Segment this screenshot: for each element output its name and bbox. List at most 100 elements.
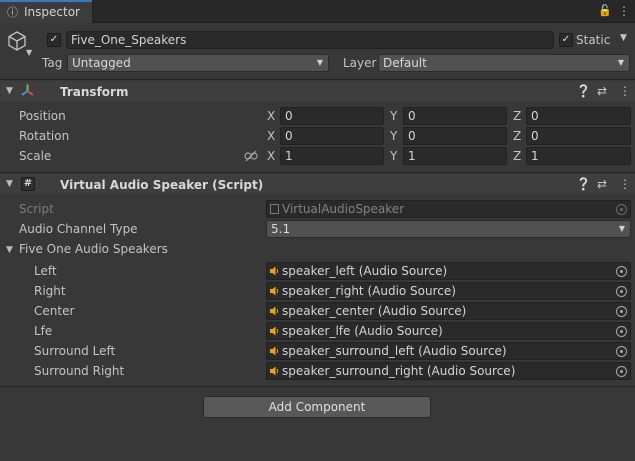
info-icon: ⓘ: [7, 6, 18, 19]
speaker-right-label: Right: [34, 284, 66, 298]
audio-source-icon: [270, 366, 279, 376]
axis-x-label: X: [267, 129, 276, 143]
constrain-proportions-link-icon[interactable]: [244, 150, 258, 162]
rotation-label: Rotation: [19, 129, 70, 143]
transform-title: Transform: [60, 85, 129, 99]
speaker-right-field[interactable]: speaker_right (Audio Source): [266, 282, 631, 300]
speaker-surround-left-field[interactable]: speaker_surround_left (Audio Source): [266, 342, 631, 360]
foldout-arrow-icon[interactable]: ▼: [6, 179, 13, 189]
axis-x-label: X: [267, 109, 276, 123]
scale-x-field[interactable]: 1: [280, 147, 384, 165]
speaker-reference-value: speaker_left (Audio Source): [282, 264, 448, 278]
script-file-icon: #: [21, 177, 35, 191]
script-label: Script: [19, 202, 54, 216]
gameobject-cube-icon[interactable]: [6, 30, 28, 52]
lock-icon[interactable]: 🔓: [598, 4, 612, 17]
axis-y-label: Y: [390, 109, 398, 123]
audio-channel-type-dropdown[interactable]: 5.1 ▼: [266, 220, 631, 238]
chevron-down-icon: ▼: [617, 58, 624, 67]
axis-z-label: Z: [513, 129, 522, 143]
audio-channel-type-label: Audio Channel Type: [19, 222, 138, 236]
component-menu-icon[interactable]: ⋮: [619, 177, 631, 191]
speaker-reference-value: speaker_surround_right (Audio Source): [282, 364, 516, 378]
speaker-lfe-field[interactable]: speaker_lfe (Audio Source): [266, 322, 631, 340]
axis-y-label: Y: [390, 129, 398, 143]
speaker-left-label: Left: [34, 264, 57, 278]
script-reference-field: VirtualAudioSpeaker: [266, 200, 631, 218]
audio-channel-type-value: 5.1: [271, 222, 291, 236]
object-picker-icon[interactable]: [616, 266, 627, 277]
position-label: Position: [19, 109, 66, 123]
layer-value: Default: [383, 56, 427, 70]
script-component-title: Virtual Audio Speaker (Script): [60, 178, 264, 192]
five-one-speakers-foldout[interactable]: Five One Audio Speakers: [19, 242, 168, 256]
foldout-arrow-icon[interactable]: ▼: [6, 86, 13, 96]
position-x-field[interactable]: 0: [280, 107, 384, 125]
audio-source-icon: [270, 346, 279, 356]
tag-label: Tag: [42, 56, 63, 70]
object-picker-icon[interactable]: [616, 366, 627, 377]
speaker-reference-value: speaker_right (Audio Source): [282, 284, 456, 298]
audio-source-icon: [270, 286, 279, 296]
add-component-button[interactable]: Add Component: [203, 396, 431, 418]
tag-value: Untagged: [72, 56, 131, 70]
help-icon[interactable]: ❔: [576, 177, 591, 191]
speaker-left-field[interactable]: speaker_left (Audio Source): [266, 262, 631, 280]
tab-inspector[interactable]: ⓘ Inspector: [0, 0, 93, 23]
speaker-center-field[interactable]: speaker_center (Audio Source): [266, 302, 631, 320]
tag-dropdown[interactable]: Untagged ▼: [67, 54, 329, 72]
audio-source-icon: [270, 326, 279, 336]
script-reference-value: VirtualAudioSpeaker: [282, 202, 405, 216]
speaker-surround-right-field[interactable]: speaker_surround_right (Audio Source): [266, 362, 631, 380]
divider: [0, 172, 635, 173]
speaker-center-label: Center: [34, 304, 75, 318]
speaker-surround-left-label: Surround Left: [34, 344, 116, 358]
speaker-surround-right-label: Surround Right: [34, 364, 125, 378]
speaker-reference-value: speaker_surround_left (Audio Source): [282, 344, 507, 358]
static-dropdown-arrow[interactable]: ▼: [620, 33, 627, 43]
preset-sliders-icon[interactable]: ⇄: [597, 177, 607, 191]
layer-label: Layer: [343, 56, 377, 70]
static-checkbox[interactable]: ✓: [559, 33, 573, 47]
active-checkbox[interactable]: ✓: [47, 33, 61, 47]
active-tab-indicator: [0, 0, 92, 2]
audio-source-icon: [270, 266, 279, 276]
axis-y-label: Y: [390, 149, 398, 163]
object-picker-icon: [616, 204, 627, 215]
tab-label: Inspector: [24, 5, 80, 19]
object-picker-icon[interactable]: [616, 286, 627, 297]
transform-axes-icon: [21, 84, 34, 96]
script-asset-icon: [270, 204, 279, 214]
scale-label: Scale: [19, 149, 52, 163]
object-name-field[interactable]: Five_One_Speakers: [66, 31, 554, 49]
position-y-field[interactable]: 0: [403, 107, 507, 125]
rotation-y-field[interactable]: 0: [403, 127, 507, 145]
preset-sliders-icon[interactable]: ⇄: [597, 84, 607, 98]
static-label: Static: [576, 33, 611, 47]
scale-y-field[interactable]: 1: [403, 147, 507, 165]
axis-z-label: Z: [513, 109, 522, 123]
audio-source-icon: [270, 306, 279, 316]
divider: [0, 79, 635, 80]
speaker-lfe-label: Lfe: [34, 324, 53, 338]
component-menu-icon[interactable]: ⋮: [619, 84, 631, 98]
help-icon[interactable]: ❔: [576, 84, 591, 98]
foldout-arrow-icon[interactable]: ▼: [6, 245, 13, 255]
window-titlebar: [0, 0, 635, 23]
rotation-x-field[interactable]: 0: [280, 127, 384, 145]
axis-x-label: X: [267, 149, 276, 163]
object-picker-icon[interactable]: [616, 346, 627, 357]
object-picker-icon[interactable]: [616, 306, 627, 317]
chevron-down-icon: ▼: [316, 58, 323, 67]
chevron-down-icon: ▼: [618, 224, 625, 233]
position-z-field[interactable]: 0: [526, 107, 631, 125]
object-picker-icon[interactable]: [616, 326, 627, 337]
icon-dropdown-arrow[interactable]: ▼: [26, 48, 32, 57]
speaker-reference-value: speaker_lfe (Audio Source): [282, 324, 443, 338]
scale-z-field[interactable]: 1: [526, 147, 631, 165]
kebab-menu-icon[interactable]: ⋮: [618, 4, 630, 18]
divider: [0, 386, 635, 387]
speaker-reference-value: speaker_center (Audio Source): [282, 304, 467, 318]
rotation-z-field[interactable]: 0: [526, 127, 631, 145]
layer-dropdown[interactable]: Default ▼: [378, 54, 630, 72]
